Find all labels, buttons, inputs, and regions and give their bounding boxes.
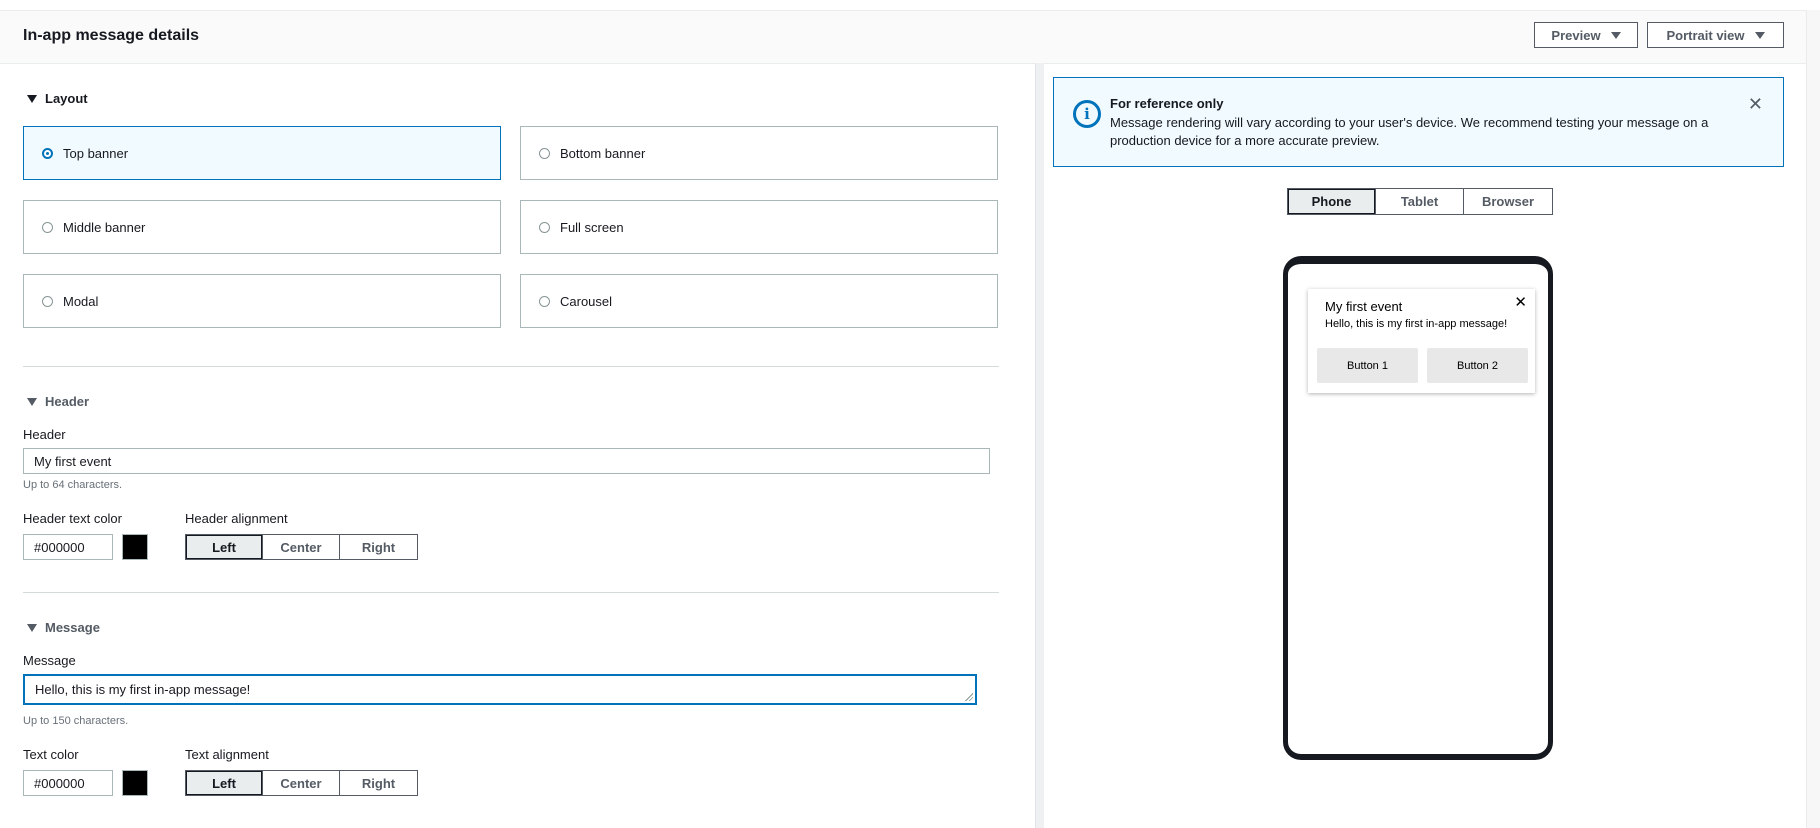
radio-icon[interactable] bbox=[539, 147, 550, 159]
message-field-label: Message bbox=[23, 653, 76, 668]
layout-option-label: Carousel bbox=[560, 293, 613, 309]
view-dropdown-label: Portrait view bbox=[1666, 27, 1745, 43]
layout-option-label: Bottom banner bbox=[560, 145, 646, 161]
page-scrollbar[interactable] bbox=[1806, 10, 1820, 828]
layout-option-label: Top banner bbox=[63, 145, 129, 161]
header-input[interactable]: My first event bbox=[23, 448, 990, 474]
layout-option-middle-banner[interactable]: Middle banner bbox=[23, 200, 501, 254]
message-section-toggle[interactable]: Message bbox=[27, 620, 100, 635]
device-toggle: Phone Tablet Browser bbox=[1287, 188, 1553, 215]
section-divider bbox=[23, 592, 999, 593]
header-hint: Up to 64 characters. bbox=[23, 479, 123, 491]
radio-icon[interactable] bbox=[539, 295, 550, 307]
device-tab-tablet[interactable]: Tablet bbox=[1376, 189, 1464, 214]
header-align-center[interactable]: Center bbox=[263, 535, 340, 559]
layout-option-top-banner[interactable]: Top banner bbox=[23, 126, 501, 180]
header-section-toggle[interactable]: Header bbox=[27, 394, 89, 409]
caret-down-icon bbox=[1754, 31, 1765, 39]
text-align-center[interactable]: Center bbox=[263, 771, 340, 795]
layout-option-modal[interactable]: Modal bbox=[23, 274, 501, 328]
layout-option-full-screen[interactable]: Full screen bbox=[520, 200, 998, 254]
text-color-input[interactable]: #000000 bbox=[23, 770, 113, 796]
page-title: In-app message details bbox=[23, 27, 200, 44]
radio-icon[interactable] bbox=[539, 221, 550, 233]
alert-title: For reference only bbox=[1110, 96, 1224, 111]
message-hint: Up to 150 characters. bbox=[23, 715, 129, 727]
settings-panel: Layout Top banner Bottom banner Middle b… bbox=[0, 63, 1035, 828]
layout-option-label: Middle banner bbox=[63, 219, 146, 235]
text-align-left[interactable]: Left bbox=[186, 771, 263, 795]
radio-selected-icon[interactable] bbox=[42, 147, 53, 159]
radio-icon[interactable] bbox=[42, 221, 53, 233]
preview-header: My first event bbox=[1325, 299, 1403, 314]
page-header: In-app message details Preview Portrait … bbox=[0, 10, 1820, 64]
text-color-value: #000000 bbox=[34, 775, 85, 791]
preview-button-2[interactable]: Button 2 bbox=[1427, 348, 1528, 383]
close-icon[interactable]: ✕ bbox=[1514, 293, 1527, 311]
view-dropdown[interactable]: Portrait view bbox=[1647, 22, 1784, 48]
message-textarea-value: Hello, this is my first in-app message! bbox=[35, 682, 251, 697]
preview-dropdown[interactable]: Preview bbox=[1534, 22, 1638, 48]
caret-down-icon bbox=[27, 397, 37, 406]
caret-down-icon bbox=[27, 623, 37, 632]
text-alignment-label: Text alignment bbox=[185, 747, 269, 762]
text-color-swatch[interactable] bbox=[122, 770, 148, 796]
layout-section-label: Layout bbox=[45, 91, 88, 106]
header-field-label: Header bbox=[23, 427, 66, 442]
header-color-input[interactable]: #000000 bbox=[23, 534, 113, 560]
device-tab-phone[interactable]: Phone bbox=[1288, 189, 1376, 214]
text-color-label: Text color bbox=[23, 747, 79, 762]
alert-body: Message rendering will vary according to… bbox=[1110, 115, 1709, 148]
layout-option-label: Full screen bbox=[560, 219, 624, 235]
device-tab-browser[interactable]: Browser bbox=[1464, 189, 1552, 214]
caret-down-icon bbox=[27, 94, 37, 103]
preview-button-1[interactable]: Button 1 bbox=[1317, 348, 1418, 383]
message-textarea[interactable]: Hello, this is my first in-app message! bbox=[23, 674, 977, 705]
text-alignment-control: Left Center Right bbox=[185, 770, 418, 796]
layout-option-carousel[interactable]: Carousel bbox=[520, 274, 998, 328]
caret-down-icon bbox=[1610, 31, 1621, 39]
layout-option-label: Modal bbox=[63, 293, 99, 309]
resize-grip-icon[interactable] bbox=[965, 693, 973, 701]
layout-section-toggle[interactable]: Layout bbox=[27, 91, 88, 106]
layout-option-bottom-banner[interactable]: Bottom banner bbox=[520, 126, 998, 180]
preview-dropdown-label: Preview bbox=[1551, 27, 1601, 43]
header-align-right[interactable]: Right bbox=[340, 535, 417, 559]
message-preview-card: My first event Hello, this is my first i… bbox=[1308, 289, 1535, 393]
text-align-right[interactable]: Right bbox=[340, 771, 417, 795]
reference-alert: i For reference only Message rendering w… bbox=[1053, 77, 1784, 167]
header-align-left[interactable]: Left bbox=[186, 535, 263, 559]
radio-icon[interactable] bbox=[42, 295, 53, 307]
header-alignment-control: Left Center Right bbox=[185, 534, 418, 560]
section-divider bbox=[23, 366, 999, 367]
phone-preview: My first event Hello, this is my first i… bbox=[1283, 256, 1553, 760]
header-input-value: My first event bbox=[34, 453, 112, 469]
message-section-label: Message bbox=[45, 620, 100, 635]
header-alignment-label: Header alignment bbox=[185, 511, 288, 526]
header-color-label: Header text color bbox=[23, 511, 122, 526]
header-color-swatch[interactable] bbox=[122, 534, 148, 560]
close-icon[interactable]: ✕ bbox=[1748, 94, 1763, 115]
info-icon: i bbox=[1073, 100, 1101, 128]
header-section-label: Header bbox=[45, 394, 90, 409]
panel-divider[interactable] bbox=[1035, 63, 1044, 828]
preview-body: Hello, this is my first in-app message! bbox=[1325, 318, 1508, 330]
header-color-value: #000000 bbox=[34, 539, 85, 555]
